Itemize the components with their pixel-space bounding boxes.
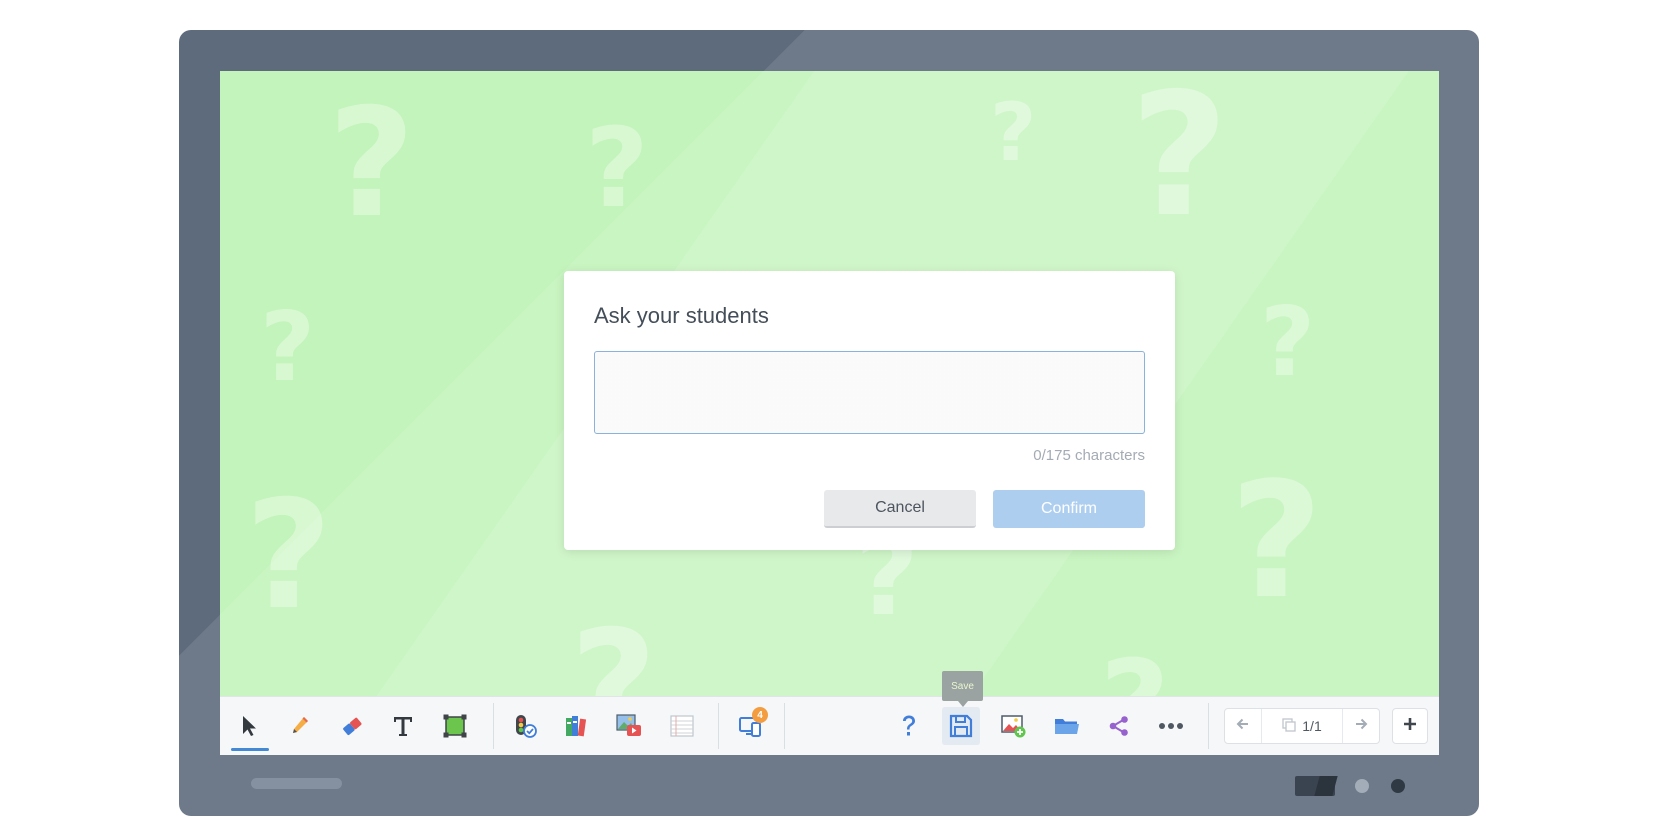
page-number-label: 1/1 <box>1302 718 1322 734</box>
add-image-button[interactable] <box>995 707 1033 745</box>
more-options-button[interactable] <box>1152 707 1190 745</box>
question-input[interactable] <box>594 351 1145 434</box>
bottom-toolbar: 4 1/1 <box>220 696 1439 755</box>
toolbar-divider <box>718 703 719 749</box>
arrow-right-icon <box>1354 717 1368 736</box>
text-tool-button[interactable] <box>384 707 422 745</box>
question-mark-decoration: ? <box>1260 288 1316 398</box>
whiteboard-canvas[interactable]: ? ? ? ? ? ? ? ? ? ? ? <box>220 71 1439 755</box>
arrow-left-icon <box>1236 717 1250 736</box>
lined-paper-icon <box>669 713 695 739</box>
character-counter: 0/175 characters <box>1033 447 1145 464</box>
question-tool-button[interactable] <box>890 707 928 745</box>
image-video-icon <box>615 713 643 739</box>
devices-tool-button[interactable]: 4 <box>732 707 770 745</box>
previous-page-button[interactable] <box>1225 709 1262 743</box>
shape-square-icon <box>442 713 468 739</box>
toolbar-divider <box>784 703 785 749</box>
power-button[interactable] <box>1391 779 1405 793</box>
active-tool-indicator <box>231 748 269 751</box>
lined-paper-tool-button[interactable] <box>663 707 701 745</box>
open-folder-button[interactable] <box>1048 707 1086 745</box>
save-tooltip: Save <box>942 671 983 707</box>
bezel-sensor <box>1295 776 1335 796</box>
folder-icon <box>1053 714 1081 738</box>
save-button[interactable] <box>942 707 980 745</box>
question-mark-decoration: ? <box>328 77 416 251</box>
share-button[interactable] <box>1100 707 1138 745</box>
save-icon <box>948 713 974 739</box>
page-indicator[interactable]: 1/1 <box>1262 709 1342 743</box>
cancel-button[interactable]: Cancel <box>824 490 976 528</box>
question-mark-decoration: ? <box>245 469 333 643</box>
bezel-speaker-slot <box>251 778 342 789</box>
cursor-arrow-icon <box>239 714 261 738</box>
question-mark-decoration: ? <box>1230 447 1323 634</box>
add-page-button[interactable] <box>1392 708 1428 744</box>
toolbar-divider <box>1208 703 1209 749</box>
toolbar-divider <box>493 703 494 749</box>
bezel-indicator-light <box>1355 779 1369 793</box>
confirm-button[interactable]: Confirm <box>993 490 1145 528</box>
text-T-icon <box>391 714 415 738</box>
question-mark-decoration: ? <box>1130 71 1229 255</box>
page-navigator: 1/1 <box>1224 708 1380 744</box>
traffic-light-check-icon <box>512 713 538 739</box>
more-dots-icon <box>1158 722 1184 730</box>
next-page-button[interactable] <box>1342 709 1379 743</box>
pen-tool-button[interactable] <box>281 707 319 745</box>
books-icon <box>564 713 590 739</box>
eraser-tool-button[interactable] <box>333 707 371 745</box>
library-tool-button[interactable] <box>558 707 596 745</box>
devices-count-badge: 4 <box>752 707 768 723</box>
question-mark-decoration: ? <box>260 293 316 403</box>
display-monitor: ? ? ? ? ? ? ? ? ? ? ? <box>179 30 1479 816</box>
plus-icon <box>1402 716 1418 737</box>
eraser-icon <box>340 714 364 738</box>
dialog-title: Ask your students <box>594 303 769 328</box>
ask-students-dialog: Ask your students 0/175 characters Cance… <box>564 271 1175 550</box>
quiz-tool-button[interactable] <box>506 707 544 745</box>
pages-icon <box>1282 717 1296 735</box>
question-mark-decoration: ? <box>990 86 1037 179</box>
select-tool-button[interactable] <box>231 707 269 745</box>
question-mark-decoration: ? <box>585 104 649 232</box>
share-icon <box>1107 714 1131 738</box>
question-mark-icon <box>897 713 921 739</box>
shape-tool-button[interactable] <box>436 707 474 745</box>
image-add-icon <box>1000 713 1028 739</box>
media-tool-button[interactable] <box>610 707 648 745</box>
pencil-icon <box>289 714 311 738</box>
